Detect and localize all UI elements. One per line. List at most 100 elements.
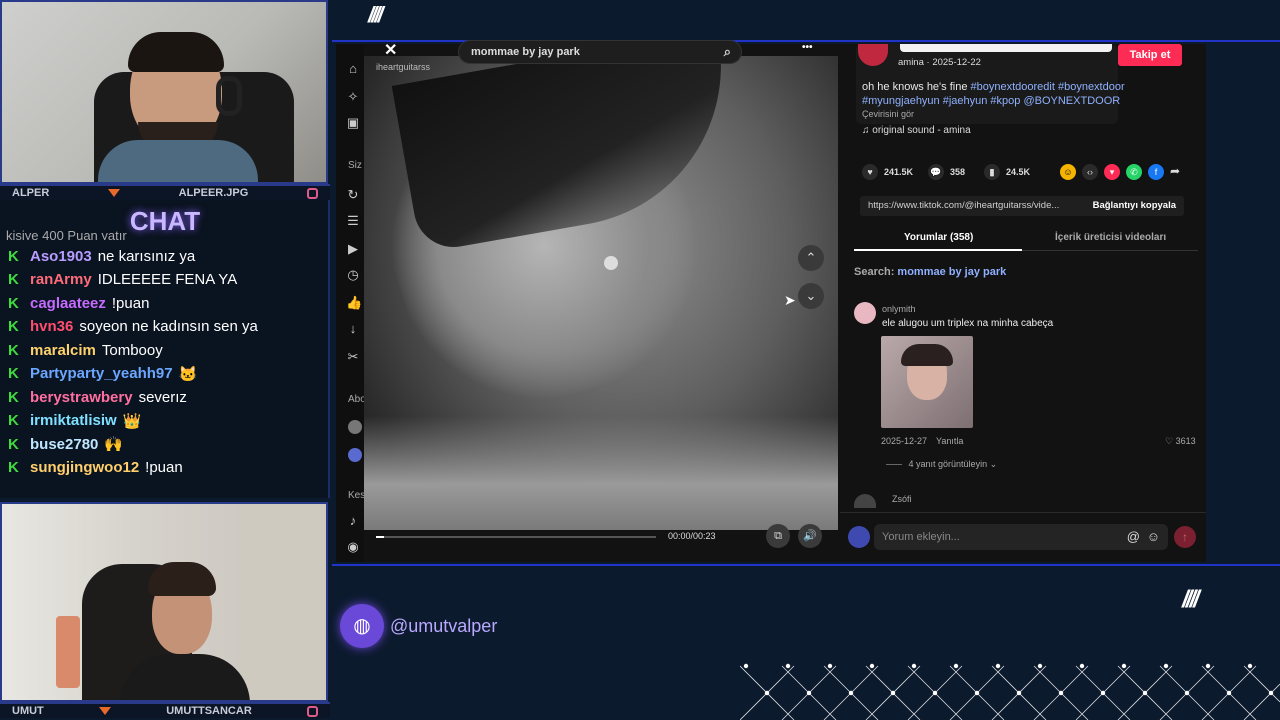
heart-icon: ♥ — [862, 164, 878, 180]
chat-username[interactable]: maralcim — [30, 342, 96, 359]
chat-message: Kirmiktatlisiw 👑 — [8, 410, 141, 432]
whatsapp-icon[interactable]: ✆ — [1126, 164, 1142, 180]
music-note-icon: ♫ — [862, 125, 870, 136]
comment-gif[interactable] — [881, 336, 973, 428]
copy-link-button[interactable]: Bağlantıyı kopyala — [1093, 200, 1176, 212]
link-box: https://www.tiktok.com/@iheartguitarss/v… — [860, 196, 1184, 216]
chat-username[interactable]: irmiktatlisiw — [30, 412, 117, 429]
comment-date: 2025-12-27 — [881, 436, 928, 446]
kick-badge-icon: K — [8, 388, 19, 406]
sidebar-section-explore: Kes — [348, 490, 366, 501]
next-commenter-name[interactable]: Zsófi — [892, 494, 912, 504]
sound-row[interactable]: ♫ original sound - amina — [862, 125, 971, 136]
instagram-icon — [306, 187, 318, 199]
comment-count: 358 — [950, 167, 966, 177]
social-handle: ◍ @umutvalper — [340, 604, 497, 648]
search-input[interactable]: mommae by jay park ⌕ — [458, 40, 742, 64]
embed-icon[interactable]: ‹› — [1082, 164, 1098, 180]
kick-badge-icon: K — [8, 341, 19, 359]
search-icon[interactable]: ⌕ — [724, 44, 731, 60]
cam-bottom-name: UMUT — [12, 705, 44, 717]
caption-hashtags-2[interactable]: #myungjaehyun #jaehyun #kpop @BOYNEXTDOO… — [862, 95, 1120, 107]
translate-link[interactable]: Çevirisini gör — [862, 109, 914, 119]
search-query: mommae by jay park — [471, 46, 580, 58]
gif-hair — [901, 344, 953, 366]
close-icon[interactable]: ✕ — [384, 40, 397, 60]
comment-stat[interactable]: 💬 358 — [928, 164, 965, 180]
chat-text: 🐱 — [178, 365, 198, 383]
follow-button[interactable]: Takip et — [1118, 44, 1182, 66]
chat-text: !puan — [145, 459, 183, 476]
music-icon[interactable]: ♪ — [346, 514, 360, 528]
subscription-avatar[interactable] — [348, 448, 362, 462]
post-comment-button[interactable]: ↑ — [1174, 526, 1196, 548]
kick-badge-icon: K — [8, 365, 19, 382]
post-caption: oh he knows he's fine #boynextdooredit #… — [862, 80, 1162, 108]
sidebar-section-you: Siz — [348, 160, 362, 171]
cam-bottom-label: UMUT UMUTTSANCAR — [0, 702, 330, 718]
liked-icon[interactable]: 👍 — [346, 296, 362, 310]
like-stat[interactable]: ♥ 241.5K — [862, 164, 913, 180]
clip-icon[interactable]: ✂ — [346, 350, 360, 364]
commenter-name[interactable]: onlymith — [882, 304, 916, 314]
following-icon[interactable]: ▣ — [346, 116, 360, 130]
chat-username[interactable]: ranArmy — [30, 271, 92, 288]
comment-text: ele alugou um triplex na minha cabeça — [882, 318, 1054, 329]
kick-badge-icon: K — [8, 459, 19, 476]
emoji-icon[interactable]: ☺ — [1147, 529, 1160, 544]
caret-down-icon — [107, 189, 120, 197]
share-arrow-icon[interactable]: ➦ — [1170, 164, 1180, 178]
explore-icon[interactable]: ✧ — [346, 90, 360, 104]
search-suggestion[interactable]: Search: mommae by jay park — [854, 266, 1006, 278]
send-icon[interactable]: ▾ — [1104, 164, 1120, 180]
chat-username[interactable]: buse2780 — [30, 436, 98, 453]
tab-divider — [1022, 250, 1198, 251]
chat-username[interactable]: Aso1903 — [30, 248, 92, 265]
pip-icon[interactable]: ⧉ — [766, 524, 790, 548]
mention-icon[interactable]: @ — [1127, 529, 1140, 544]
more-options-icon[interactable]: ••• — [802, 42, 813, 53]
view-replies[interactable]: 4 yanıt görüntüleyin ⌄ — [886, 459, 997, 470]
instagram-icon — [306, 705, 318, 717]
reply-button[interactable]: Yanıtla — [936, 436, 963, 446]
chat-username[interactable]: sungjingwoo12 — [30, 459, 139, 476]
webcam-top — [0, 0, 328, 184]
volume-icon[interactable]: 🔊 — [798, 524, 822, 548]
save-stat[interactable]: ▮ 24.5K — [984, 164, 1030, 180]
mouse-cursor-icon: ➤ — [784, 292, 796, 308]
next-video-button[interactable]: ⌄ — [798, 283, 824, 309]
post-link[interactable]: https://www.tiktok.com/@iheartguitarss/v… — [868, 200, 1059, 212]
home-icon[interactable]: ⌂ — [346, 62, 360, 76]
live-icon[interactable]: ◉ — [346, 540, 360, 554]
caption-hashtags-1[interactable]: #boynextdooredit #boynextdoor — [971, 81, 1125, 93]
tab-creator-videos[interactable]: İçerik üreticisi videoları — [1055, 232, 1166, 243]
watch-later-icon[interactable]: ◷ — [346, 268, 360, 282]
commenter-avatar[interactable] — [854, 302, 876, 324]
subscription-avatar[interactable] — [348, 420, 362, 434]
chat-username[interactable]: berystrawbery — [30, 389, 133, 406]
video-shirt-region — [364, 416, 838, 530]
chat-username[interactable]: caglaateez — [30, 295, 106, 312]
download-icon[interactable]: ↓ — [346, 322, 360, 336]
chat-text: !puan — [111, 294, 150, 312]
view-replies-label: 4 yanıt görüntüleyin — [908, 459, 988, 469]
playlist-icon[interactable]: ☰ — [346, 214, 360, 228]
save-count: 24.5K — [1006, 167, 1031, 177]
video-watermark: iheartguitarss — [376, 62, 431, 72]
progress-track[interactable] — [376, 536, 656, 538]
facebook-icon[interactable]: f — [1148, 164, 1164, 180]
wardrobe — [242, 504, 326, 700]
webcam-bottom — [0, 502, 328, 702]
previous-video-button[interactable]: ⌃ — [798, 245, 824, 271]
chat-username[interactable]: Partyparty_yeahh97 — [30, 365, 173, 382]
history-icon[interactable]: ↻ — [346, 188, 360, 202]
tab-comments[interactable]: Yorumlar (358) — [904, 232, 973, 243]
chat-text: IDLEEEEE FENA YA — [97, 271, 238, 288]
chat-text: Tombooy — [101, 341, 163, 359]
comment-input[interactable]: Yorum ekleyin... @ ☺ — [874, 524, 1168, 550]
chat-username[interactable]: hvn36 — [30, 318, 73, 335]
video-player[interactable] — [364, 56, 838, 530]
comment-likes[interactable]: ♡ 3613 — [1165, 436, 1196, 447]
videos-icon[interactable]: ▶ — [346, 242, 360, 256]
share-friends-icon[interactable]: ☺ — [1060, 164, 1076, 180]
